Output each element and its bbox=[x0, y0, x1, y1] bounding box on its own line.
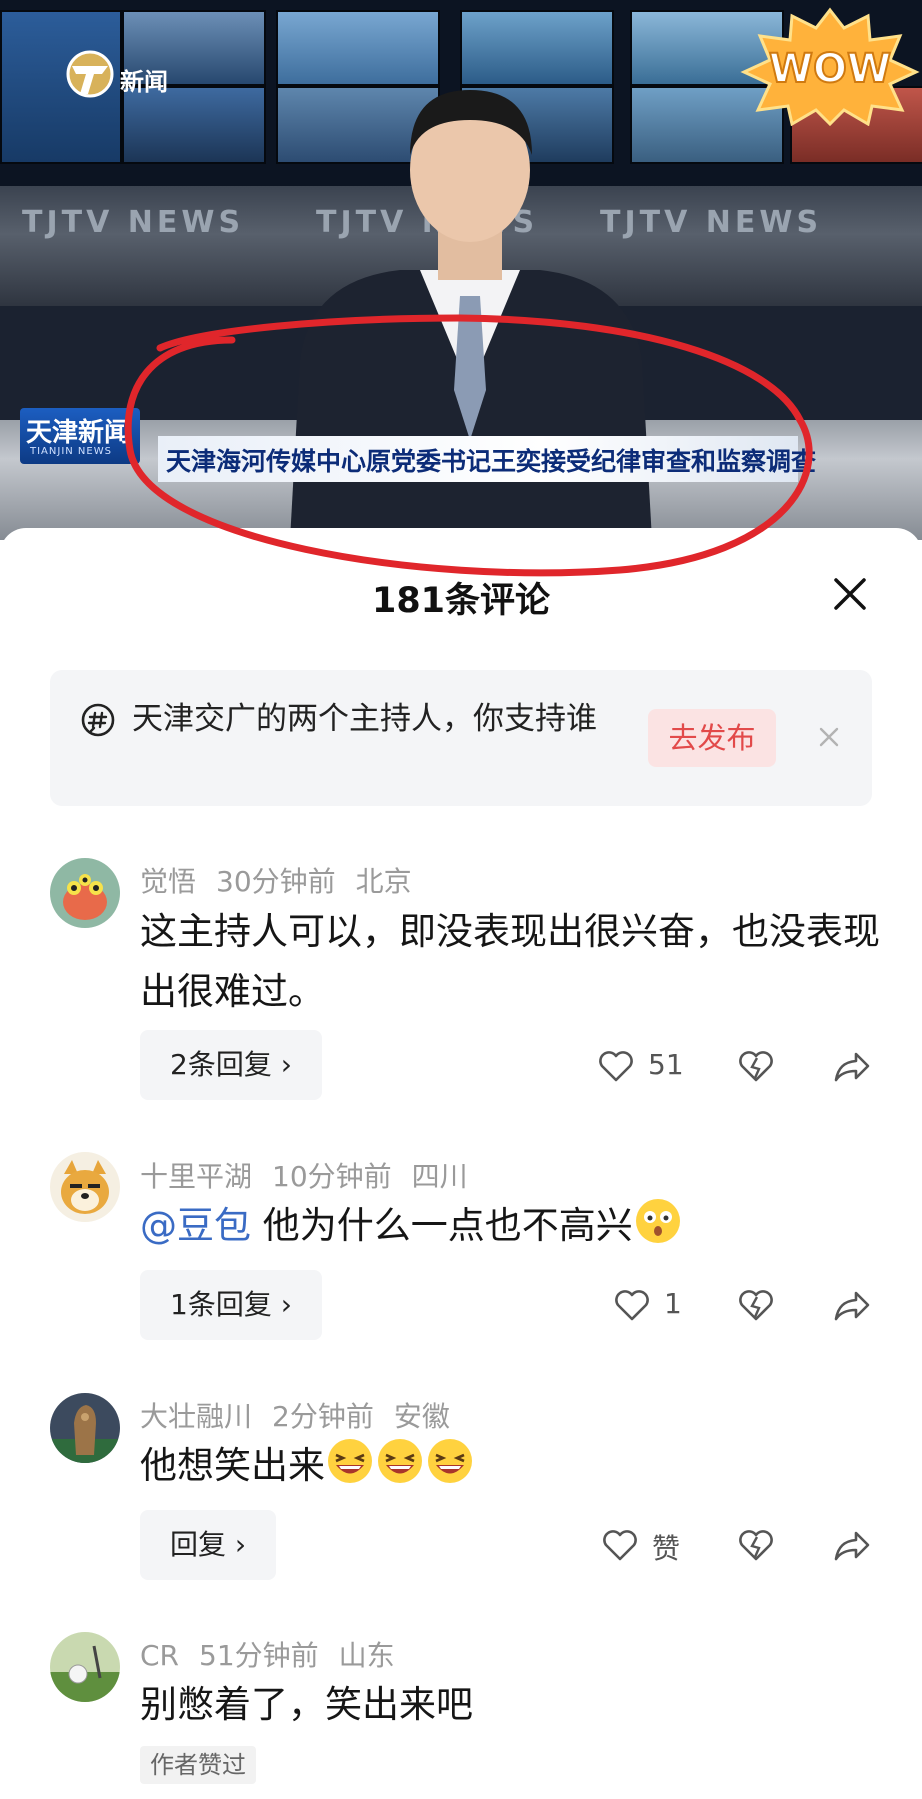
close-icon[interactable] bbox=[814, 722, 844, 752]
author-liked-badge: 作者赞过 bbox=[140, 1746, 256, 1784]
svg-text:WOW: WOW bbox=[769, 46, 891, 92]
comment-time: 51分钟前 bbox=[199, 1639, 319, 1672]
laughing-emoji bbox=[378, 1439, 422, 1483]
wow-sticker: WOW bbox=[740, 7, 920, 126]
comment-meta: 十里平湖 10分钟前 四川 bbox=[140, 1155, 488, 1195]
dislike-icon[interactable] bbox=[736, 1525, 776, 1565]
reply-button[interactable]: 回复 › bbox=[140, 1510, 277, 1580]
comment-meta: 大壮融川 2分钟前 安徽 bbox=[140, 1395, 470, 1435]
comment-location: 安徽 bbox=[393, 1400, 450, 1433]
comment-time: 10分钟前 bbox=[272, 1160, 392, 1193]
like-count: 51 bbox=[648, 1048, 684, 1081]
like-count: 1 bbox=[664, 1287, 682, 1320]
channel-logo-text: 新闻 bbox=[120, 68, 168, 96]
comments-title: 181条评论 bbox=[371, 581, 551, 621]
share-icon[interactable] bbox=[832, 1046, 872, 1086]
comment-location: 山东 bbox=[338, 1639, 395, 1672]
laughing-emoji bbox=[328, 1439, 372, 1483]
lower-third-logo-subtext: TIANJIN NEWS bbox=[30, 446, 112, 457]
heart-icon[interactable] bbox=[612, 1285, 652, 1325]
comment-username[interactable]: 大壮融川 bbox=[140, 1400, 252, 1433]
comment-text-body: 他为什么一点也不高兴 bbox=[251, 1204, 633, 1247]
dislike-icon[interactable] bbox=[736, 1285, 776, 1325]
view-replies-button[interactable]: 2条回复 › bbox=[140, 1030, 322, 1100]
like-label: 赞 bbox=[652, 1532, 681, 1565]
comment-text: @豆包 他为什么一点也不高兴 bbox=[140, 1196, 880, 1256]
comment-username[interactable]: 觉悟 bbox=[140, 865, 196, 898]
share-icon[interactable] bbox=[832, 1285, 872, 1325]
comment-username[interactable]: CR bbox=[140, 1639, 179, 1672]
avatar[interactable] bbox=[50, 1152, 120, 1222]
avatar[interactable] bbox=[50, 858, 120, 928]
comment-meta: CR 51分钟前 山东 bbox=[140, 1634, 415, 1674]
dislike-icon[interactable] bbox=[736, 1046, 776, 1086]
comment-text: 这主持人可以，即没表现出很兴奋，也没表现出很难过。 bbox=[140, 910, 880, 1013]
comment-username[interactable]: 十里平湖 bbox=[140, 1160, 252, 1193]
surprised-emoji bbox=[635, 1199, 680, 1243]
heart-icon[interactable] bbox=[596, 1046, 636, 1086]
close-icon[interactable] bbox=[830, 574, 870, 614]
comment-location: 四川 bbox=[411, 1160, 468, 1193]
laughing-emoji bbox=[428, 1439, 472, 1483]
wall-text: TJTV NEWS bbox=[22, 205, 245, 240]
mention-link[interactable]: @豆包 bbox=[140, 1204, 251, 1247]
publish-button[interactable]: 去发布 bbox=[648, 709, 776, 767]
comment-text: 他想笑出来 bbox=[140, 1436, 880, 1496]
comment-text: 别憋着了，笑出来吧 bbox=[140, 1683, 473, 1726]
avatar[interactable] bbox=[50, 1632, 120, 1702]
comment-location: 北京 bbox=[355, 865, 412, 898]
heart-icon[interactable] bbox=[600, 1525, 640, 1565]
comment-text-body: 他想笑出来 bbox=[140, 1444, 325, 1487]
view-replies-button[interactable]: 1条回复 › bbox=[140, 1270, 322, 1340]
lower-third-logo-text: 天津新闻 bbox=[26, 418, 131, 448]
comment-time: 2分钟前 bbox=[272, 1400, 374, 1433]
video-frame[interactable]: TJTV NEWS TJTV NEWS TJTV NEWS 新闻 WOW 天津新… bbox=[0, 0, 922, 540]
topic-text: 天津交广的两个主持人，你支持谁 bbox=[132, 701, 597, 737]
channel-logo-icon bbox=[66, 50, 114, 98]
news-headline: 天津海河传媒中心原党委书记王奕接受纪律审查和监察调查 bbox=[166, 447, 817, 476]
avatar[interactable] bbox=[50, 1393, 120, 1463]
comment-meta: 觉悟 30分钟前 北京 bbox=[140, 860, 432, 900]
comment-time: 30分钟前 bbox=[216, 865, 336, 898]
share-icon[interactable] bbox=[832, 1525, 872, 1565]
